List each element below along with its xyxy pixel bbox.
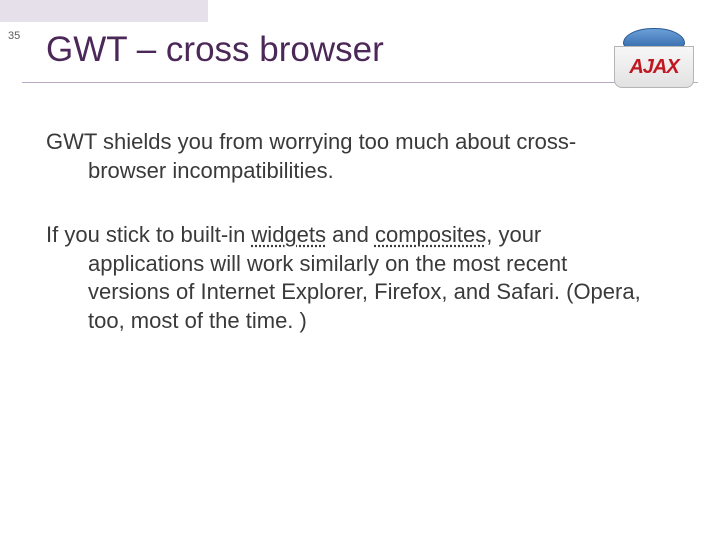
paragraph-1: GWT shields you from worrying too much a… (46, 128, 646, 185)
para2-text-pre: If you stick to built-in (46, 222, 251, 247)
ajax-logo-cap (623, 28, 685, 48)
slide-body: GWT shields you from worrying too much a… (46, 128, 646, 372)
title-underline (22, 82, 698, 83)
ajax-logo-text: AJAX (629, 56, 678, 79)
para2-text-mid: and (326, 222, 375, 247)
slide-number: 35 (8, 30, 20, 42)
paragraph-2: If you stick to built-in widgets and com… (46, 221, 646, 335)
header-accent-bar (0, 0, 208, 22)
ajax-logo-body: AJAX (614, 46, 694, 88)
slide-title: GWT – cross browser (46, 30, 384, 70)
widgets-link[interactable]: widgets (251, 222, 326, 247)
composites-link[interactable]: composites (375, 222, 486, 247)
ajax-logo: AJAX (614, 28, 694, 88)
